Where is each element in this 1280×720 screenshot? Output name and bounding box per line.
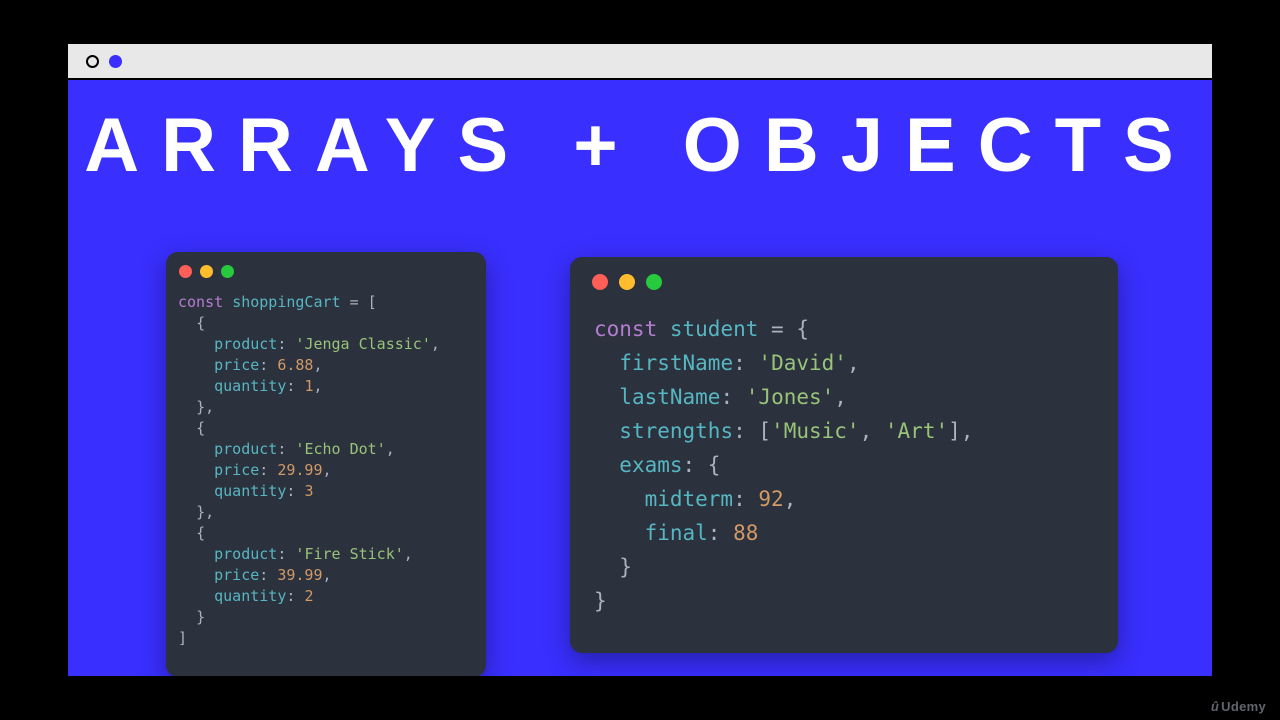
window-traffic-lights [570,257,1118,290]
maximize-icon [221,265,234,278]
key-last-name: lastName [619,385,720,409]
key-product: product [214,335,277,353]
minimize-icon [619,274,635,290]
val-product: 'Fire Stick' [295,545,403,563]
code-block-left: const shoppingCart = [ { product: 'Jenga… [166,278,486,661]
minimize-icon [200,265,213,278]
key-exams: exams [619,453,682,477]
val-final: 88 [733,521,758,545]
key-midterm: midterm [645,487,734,511]
browser-window-frame: ARRAYS + OBJECTS const shoppingCart = [ … [66,42,1214,678]
key-quantity: quantity [214,377,286,395]
slide-title: ARRAYS + OBJECTS [68,80,1212,189]
key-strengths: strengths [619,419,733,443]
val-last-name: 'Jones' [746,385,835,409]
keyword-const: const [594,317,657,341]
browser-control-dot-outline [86,55,99,68]
key-price: price [214,356,259,374]
key-price: price [214,461,259,479]
val-first-name: 'David' [758,351,847,375]
close-icon [179,265,192,278]
key-quantity: quantity [214,482,286,500]
val-product: 'Echo Dot' [295,440,385,458]
key-final: final [645,521,708,545]
var-name: shoppingCart [232,293,340,311]
code-block-right: const student = { firstName: 'David', la… [570,290,1118,632]
val-price: 6.88 [277,356,313,374]
browser-toolbar [68,44,1212,80]
key-product: product [214,440,277,458]
key-product: product [214,545,277,563]
var-name: student [670,317,759,341]
keyword-const: const [178,293,223,311]
val-product: 'Jenga Classic' [295,335,430,353]
key-price: price [214,566,259,584]
browser-control-dot-solid [109,55,122,68]
val-midterm: 92 [758,487,783,511]
val-quantity: 3 [304,482,313,500]
val-price: 39.99 [277,566,322,584]
key-first-name: firstName [619,351,733,375]
close-icon [592,274,608,290]
code-window-student: const student = { firstName: 'David', la… [570,257,1118,653]
maximize-icon [646,274,662,290]
key-quantity: quantity [214,587,286,605]
val-price: 29.99 [277,461,322,479]
code-window-shopping-cart: const shoppingCart = [ { product: 'Jenga… [166,252,486,676]
udemy-watermark: Udemy [1211,699,1266,714]
window-traffic-lights [166,252,486,278]
val-quantity: 2 [304,587,313,605]
slide-body: ARRAYS + OBJECTS const shoppingCart = [ … [68,80,1212,676]
